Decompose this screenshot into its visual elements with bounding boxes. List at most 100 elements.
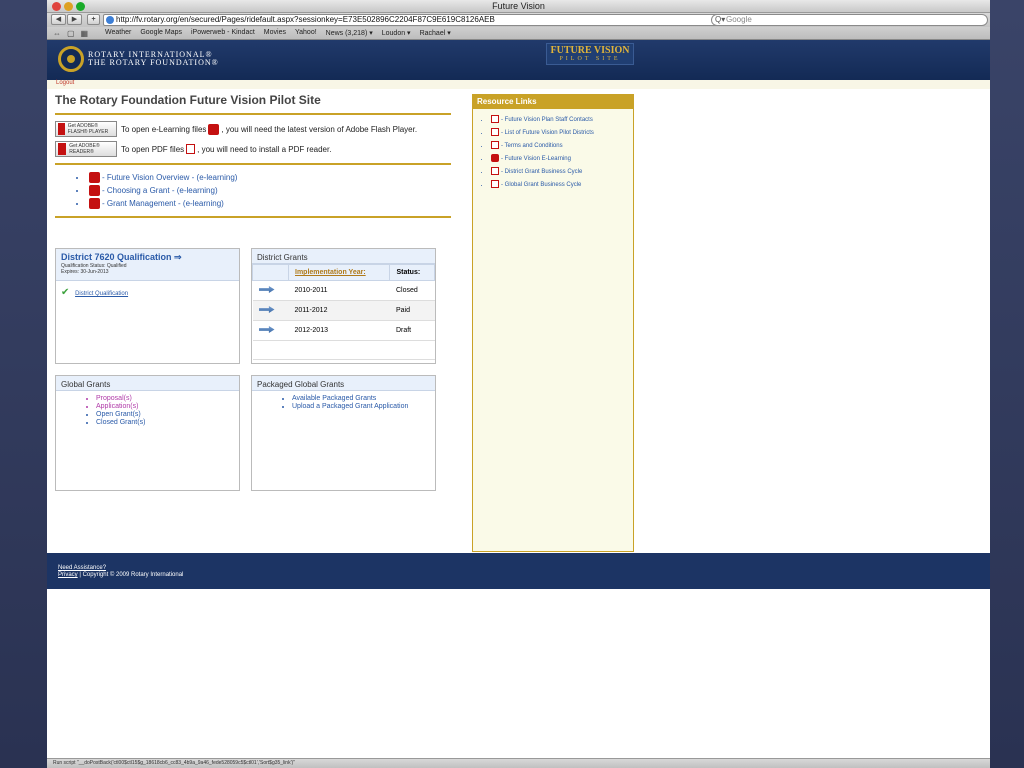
get-flash-button[interactable]: Get ADOBE® FLASH® PLAYER [55,121,117,137]
flash-row: Get ADOBE® FLASH® PLAYER To open e-Learn… [55,121,455,137]
arrow-right-icon[interactable] [258,286,275,293]
packaged-grants-list: Available Packaged GrantsUpload a Packag… [292,395,435,411]
list-item: Application(s) [96,403,239,411]
url-text: http://fv.rotary.org/en/secured/Pages/ri… [116,15,495,24]
global-grant-link[interactable]: Open Grant(s) [96,411,141,418]
pdf-file-icon [186,144,196,154]
resource-link[interactable]: - Terms and Conditions [501,143,563,149]
list-item: - List of Future Vision Pilot Districts [481,127,633,140]
badge-subtitle: PILOT SITE [559,56,621,62]
global-grant-link[interactable]: Proposal(s) [96,395,132,402]
window-title: Future Vision [492,1,545,11]
resource-link[interactable]: - District Grant Business Cycle [501,169,582,175]
bookmark-item[interactable]: Rachael ▾ [420,29,451,37]
elearning-item: - Choosing a Grant - (e-learning) [87,184,455,197]
grant-status: Paid [389,300,435,321]
bookmark-item[interactable]: Movies [264,29,286,37]
row-arrow-cell[interactable] [252,300,289,321]
elearning-link[interactable]: - Grant Management - (e-learning) [102,199,224,208]
pdf-icon [491,167,499,176]
district-grants-table: Implementation Year: Status: 2010-2011 Cl… [252,264,435,360]
future-vision-badge: FUTURE VISION PILOT SITE [546,43,634,65]
list-item: Proposal(s) [96,395,239,403]
packaged-grant-link[interactable]: Available Packaged Grants [292,395,376,402]
arrow-right-icon[interactable] [258,306,275,313]
footer-text: Need Assistance? Privacy | Copyright © 2… [58,565,183,579]
district-qualification-header: District 7620 Qualification ⇒ Qualificat… [56,249,239,281]
pdf-text-a: To open PDF files [121,144,185,154]
bookmark-item[interactable]: Google Maps [140,29,182,37]
table-row-spacer [252,340,435,360]
site-footer: Need Assistance? Privacy | Copyright © 2… [47,553,990,589]
list-item: Available Packaged Grants [292,395,435,403]
privacy-link[interactable]: Privacy [58,572,78,578]
table-row[interactable]: 2012-2013 Draft [252,320,435,341]
resource-link[interactable]: - Global Grant Business Cycle [501,182,581,188]
need-assistance-link[interactable]: Need Assistance? [58,565,106,571]
flash-icon [491,154,499,163]
packaged-grants-title: Packaged Global Grants [252,376,435,391]
resource-links-panel: Resource Links - Future Vision Plan Staf… [472,94,634,552]
district-qualification-title[interactable]: District 7620 Qualification ⇒ [61,252,234,263]
back-button[interactable]: ◀ [51,14,66,25]
flash-text-a: To open e-Learning files [121,124,207,134]
add-bookmark-button[interactable]: + [87,14,100,25]
district-qualification-link[interactable]: District Qualification [75,291,128,297]
table-row[interactable]: 2011-2012 Paid [252,300,435,321]
bookmark-item[interactable]: News (3,218) ▾ [326,29,373,37]
flash-icon [58,123,65,135]
bookmark-icons[interactable]: ⇔▢▦ [53,29,94,38]
org-line-2: THE ROTARY FOUNDATION® [88,58,219,67]
flash-icon [89,172,100,184]
arrow-right-icon[interactable] [258,326,275,333]
search-input[interactable]: Q▾ Google [711,14,988,26]
list-item: - District Grant Business Cycle [481,166,633,179]
qualification-body: ✔ District Qualification [56,281,239,304]
sort-year-link[interactable]: Implementation Year: [295,269,366,276]
address-bar[interactable]: http://fv.rotary.org/en/secured/Pages/ri… [103,14,753,26]
table-row[interactable]: 2010-2011 Closed [252,280,435,301]
bookmark-item[interactable]: Loudon ▾ [382,29,411,37]
global-grant-link[interactable]: Closed Grant(s) [96,419,145,426]
elearning-link[interactable]: - Future Vision Overview - (e-learning) [102,173,237,182]
resource-links-title: Resource Links [473,95,633,109]
list-item: - Terms and Conditions [481,140,633,153]
row-arrow-cell[interactable] [252,280,289,301]
pdf-icon [491,128,499,137]
column-header-year[interactable]: Implementation Year: [287,264,391,281]
page-title: The Rotary Foundation Future Vision Pilo… [55,93,321,107]
resource-link[interactable]: - List of Future Vision Pilot Districts [501,130,594,136]
grant-status: Closed [389,280,435,301]
resource-links-list: - Future Vision Plan Staff Contacts - Lis… [481,114,633,192]
bookmark-item[interactable]: Yahoo! [295,29,317,37]
logout-link[interactable]: Logout [56,80,74,86]
divider [55,216,451,218]
bookmarks-bar: ⇔▢▦ Weather Google Maps iPowerweb - Kindac… [47,27,990,40]
bookmark-item[interactable]: Weather [105,29,131,37]
district-grants-panel: District Grants Implementation Year: Sta… [251,248,436,364]
implementation-year: 2010-2011 [288,280,390,301]
resource-link[interactable]: - Future Vision Plan Staff Contacts [501,117,593,123]
grant-status: Draft [389,320,435,341]
global-grants-title: Global Grants [56,376,239,391]
flash-file-icon [208,123,220,135]
search-icon: Q▾ [715,15,726,24]
logout-bar: Logout [47,80,990,89]
row-arrow-cell[interactable] [252,320,289,341]
pdf-text-b: , you will need to install a PDF reader. [197,144,332,154]
get-reader-button[interactable]: Get ADOBE® READER® [55,141,117,157]
elearning-list: - Future Vision Overview - (e-learning) -… [87,171,455,210]
global-grant-link[interactable]: Application(s) [96,403,138,410]
list-item: - Global Grant Business Cycle [481,179,633,192]
district-grants-title: District Grants [252,249,435,264]
resource-link[interactable]: - Future Vision E-Learning [501,156,571,162]
flash-icon [89,185,100,197]
list-item: Closed Grant(s) [96,419,239,427]
list-item: Upload a Packaged Grant Application [292,403,435,411]
elearning-link[interactable]: - Choosing a Grant - (e-learning) [102,186,218,195]
checkmark-icon: ✔ [61,287,70,298]
packaged-grant-link[interactable]: Upload a Packaged Grant Application [292,403,408,410]
forward-button[interactable]: ▶ [67,14,82,25]
bookmark-item[interactable]: iPowerweb - Kindact [191,29,255,37]
globe-icon [106,16,114,24]
